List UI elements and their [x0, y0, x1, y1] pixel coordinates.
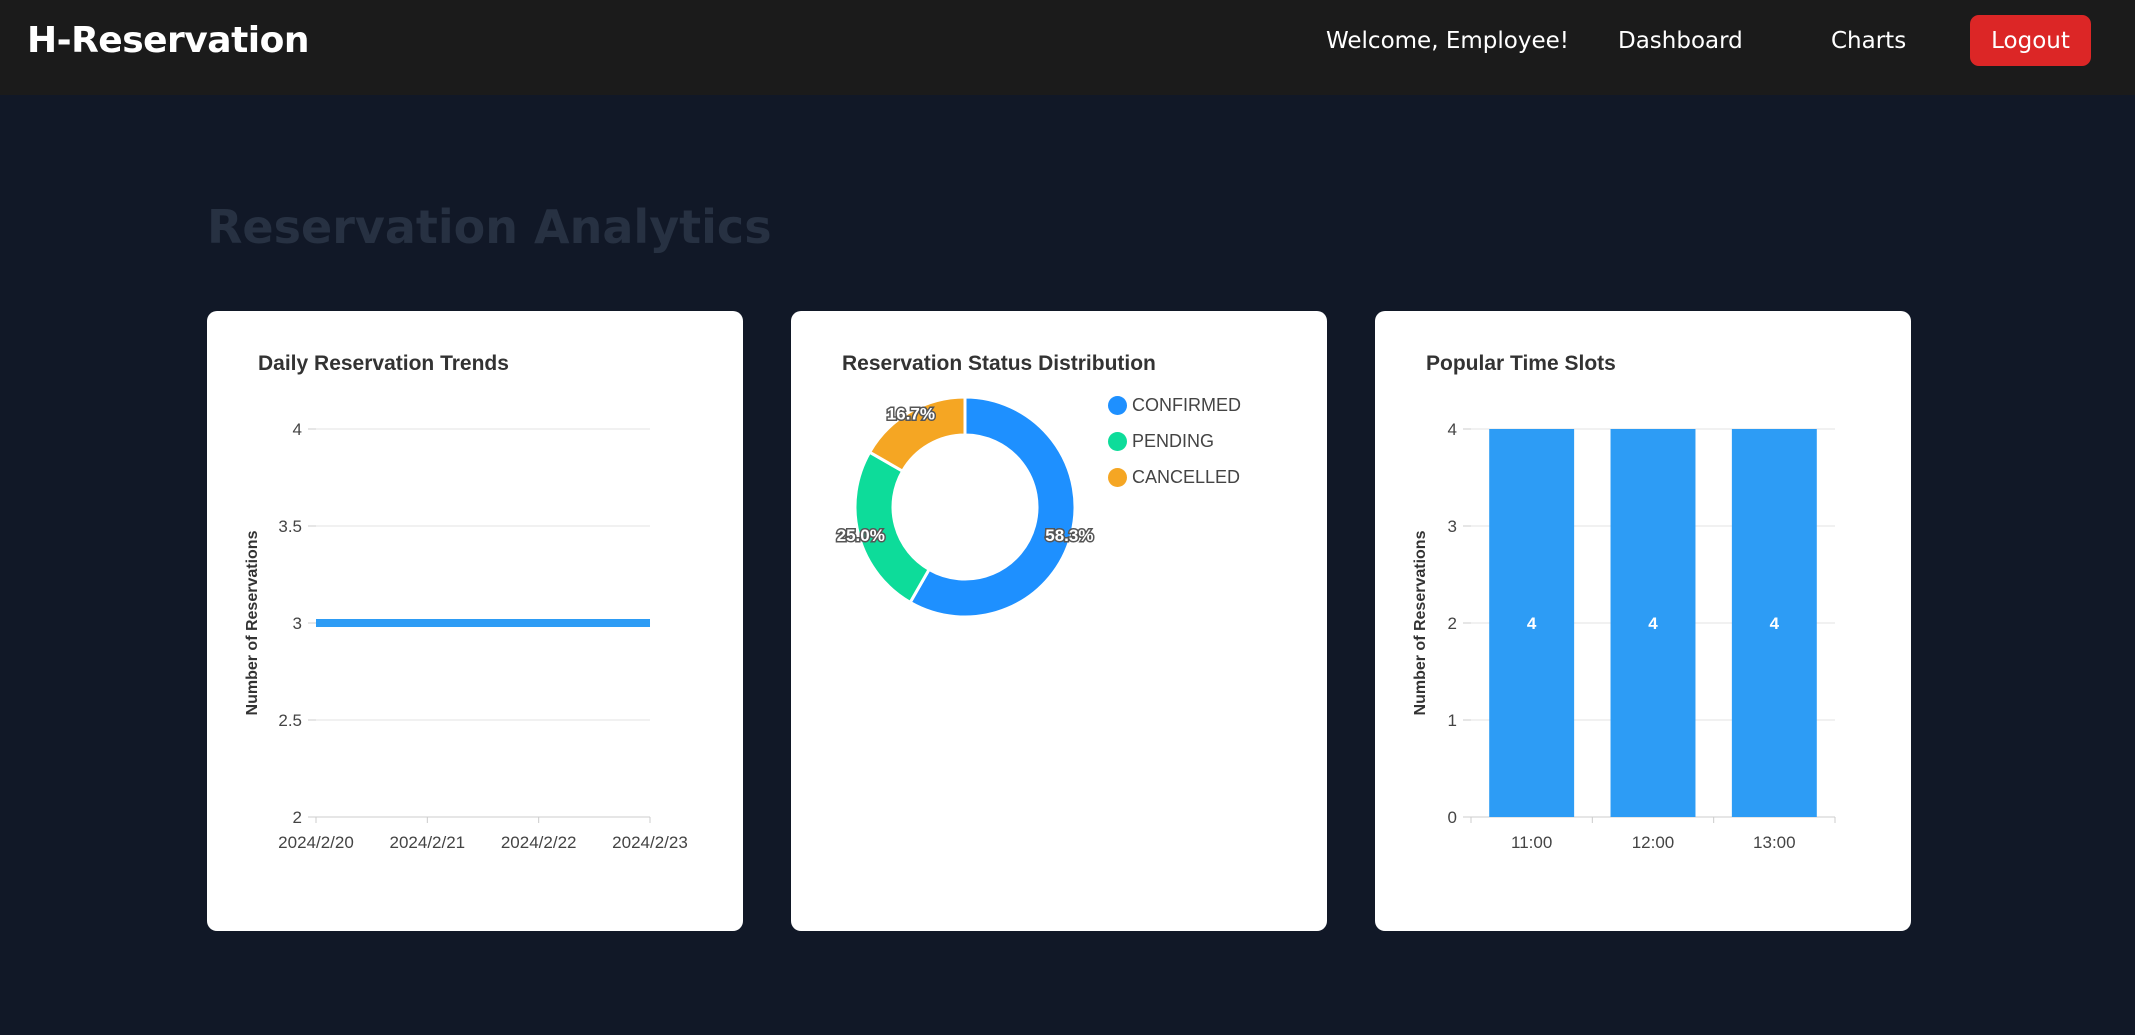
y-tick-label: 2: [1448, 614, 1457, 633]
slice-percent-label: 25.0%: [837, 526, 885, 545]
popular-time-slots-chart: 4 3 2 1 0 4 11:00 4 12:00 4 13:00 Number of Reserva…: [1412, 420, 1836, 852]
y-tick-label: 4: [1448, 420, 1457, 439]
y-tick-label: 3: [1448, 517, 1457, 536]
x-tick-label: 2024/2/23: [612, 833, 688, 852]
legend-label: CONFIRMED: [1132, 394, 1241, 415]
legend-label: CANCELLED: [1132, 466, 1241, 487]
popular-time-slots-card: Popular Time Slots 4 3 2 1 0 4 11:00 4 12:00 4 13:…: [1375, 311, 1911, 931]
x-tick-label: 2024/2/22: [501, 833, 577, 852]
bar-value-label: 4: [1770, 614, 1780, 633]
logout-button[interactable]: Logout: [1970, 15, 2091, 66]
bar-value-label: 4: [1527, 614, 1537, 633]
slice-percent-label: 58.3%: [1045, 526, 1093, 545]
x-tick-label: 11:00: [1511, 833, 1552, 852]
nav-link-charts[interactable]: Charts: [1831, 28, 1906, 54]
x-tick-label: 2024/2/21: [390, 833, 466, 852]
chart-legend: CONFIRMED PENDING CANCELLED: [1108, 387, 1241, 495]
y-axis-title: Number of Reservations: [244, 530, 261, 715]
legend-label: PENDING: [1132, 430, 1215, 451]
legend-item-cancelled[interactable]: CANCELLED: [1108, 459, 1241, 495]
legend-swatch: [1108, 395, 1127, 415]
y-axis-title: Number of Reservations: [1412, 530, 1429, 715]
top-navbar: H-Reservation Welcome, Employee! Dashboa…: [0, 0, 2135, 95]
x-tick-label: 2024/2/20: [278, 833, 354, 852]
legend-swatch: [1108, 431, 1127, 451]
status-distribution-card: Reservation Status Distribution 58.3% 25.…: [791, 311, 1327, 931]
page-title: Reservation Analytics: [207, 200, 772, 254]
daily-trends-chart: 4 3.5 3 2.5 2 2024/2/20 2024/2/21 2024/2/22 2024…: [244, 420, 688, 852]
legend-swatch: [1108, 467, 1127, 487]
y-tick-label: 3: [293, 614, 302, 633]
legend-item-confirmed[interactable]: CONFIRMED: [1108, 387, 1241, 423]
welcome-text: Welcome, Employee!: [1326, 28, 1569, 54]
y-tick-label: 3.5: [278, 517, 302, 536]
y-tick-label: 4: [293, 420, 302, 439]
bar-value-label: 4: [1648, 614, 1658, 633]
x-tick-label: 12:00: [1632, 833, 1675, 852]
x-tick-label: 13:00: [1753, 833, 1796, 852]
brand-logo[interactable]: H-Reservation: [27, 20, 309, 61]
nav-link-dashboard[interactable]: Dashboard: [1618, 28, 1743, 54]
status-distribution-chart: 58.3% 25.0% 16.7%: [835, 395, 1095, 619]
y-tick-label: 2: [293, 808, 302, 827]
y-tick-label: 0: [1448, 808, 1457, 827]
daily-trends-card: Daily Reservation Trends 4 3.5 3 2.5 2 2024/2…: [207, 311, 743, 931]
y-tick-label: 2.5: [278, 711, 302, 730]
legend-item-pending[interactable]: PENDING: [1108, 423, 1241, 459]
y-tick-label: 1: [1448, 711, 1457, 730]
slice-percent-label: 16.7%: [887, 405, 935, 424]
